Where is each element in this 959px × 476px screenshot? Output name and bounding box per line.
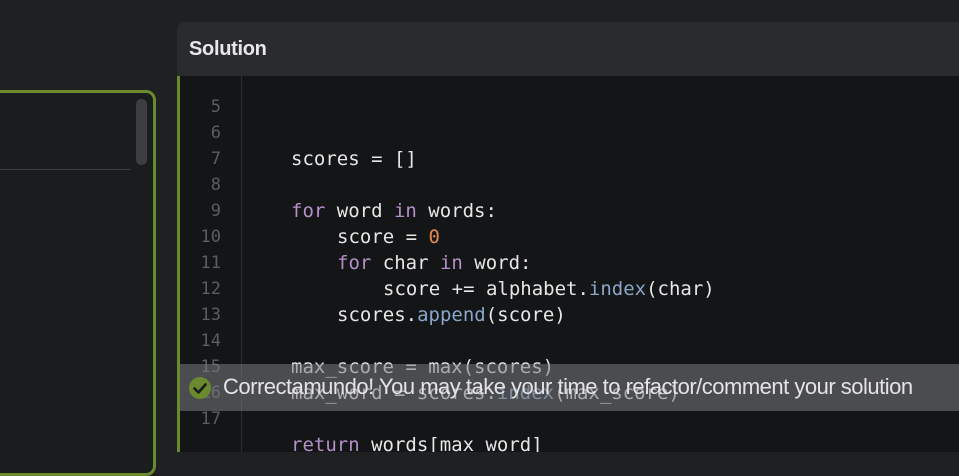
code-line: 12 scores.append(score) [180, 250, 959, 326]
code-text: return words[max_word] [291, 434, 543, 452]
code-line: 11 score += alphabet.index(char) [180, 224, 959, 300]
left-panel-divider [0, 169, 131, 170]
code-line: 6 scores = [] [180, 94, 959, 170]
code-line: 5 [180, 68, 959, 117]
left-panel-scrollbar[interactable] [136, 99, 147, 165]
check-circle-icon [189, 377, 211, 399]
code-line: 14 max_score = max(scores) [180, 302, 959, 378]
code-line: 13 [180, 276, 959, 325]
code-line: 7 [180, 120, 959, 169]
code-line: 9 score = 0 [180, 172, 959, 248]
code-line: 8 for word in words: [180, 146, 959, 222]
left-panel [0, 90, 156, 476]
code-line: 15 max_word = scores.index(max_score) [180, 328, 959, 404]
code-line: 10 for char in word: [180, 198, 959, 274]
toast-message: Correctamundo! You may take your time to… [223, 374, 913, 399]
solution-title: Solution [189, 38, 267, 60]
success-toast: Correctamundo! You may take your time to… [180, 364, 959, 411]
